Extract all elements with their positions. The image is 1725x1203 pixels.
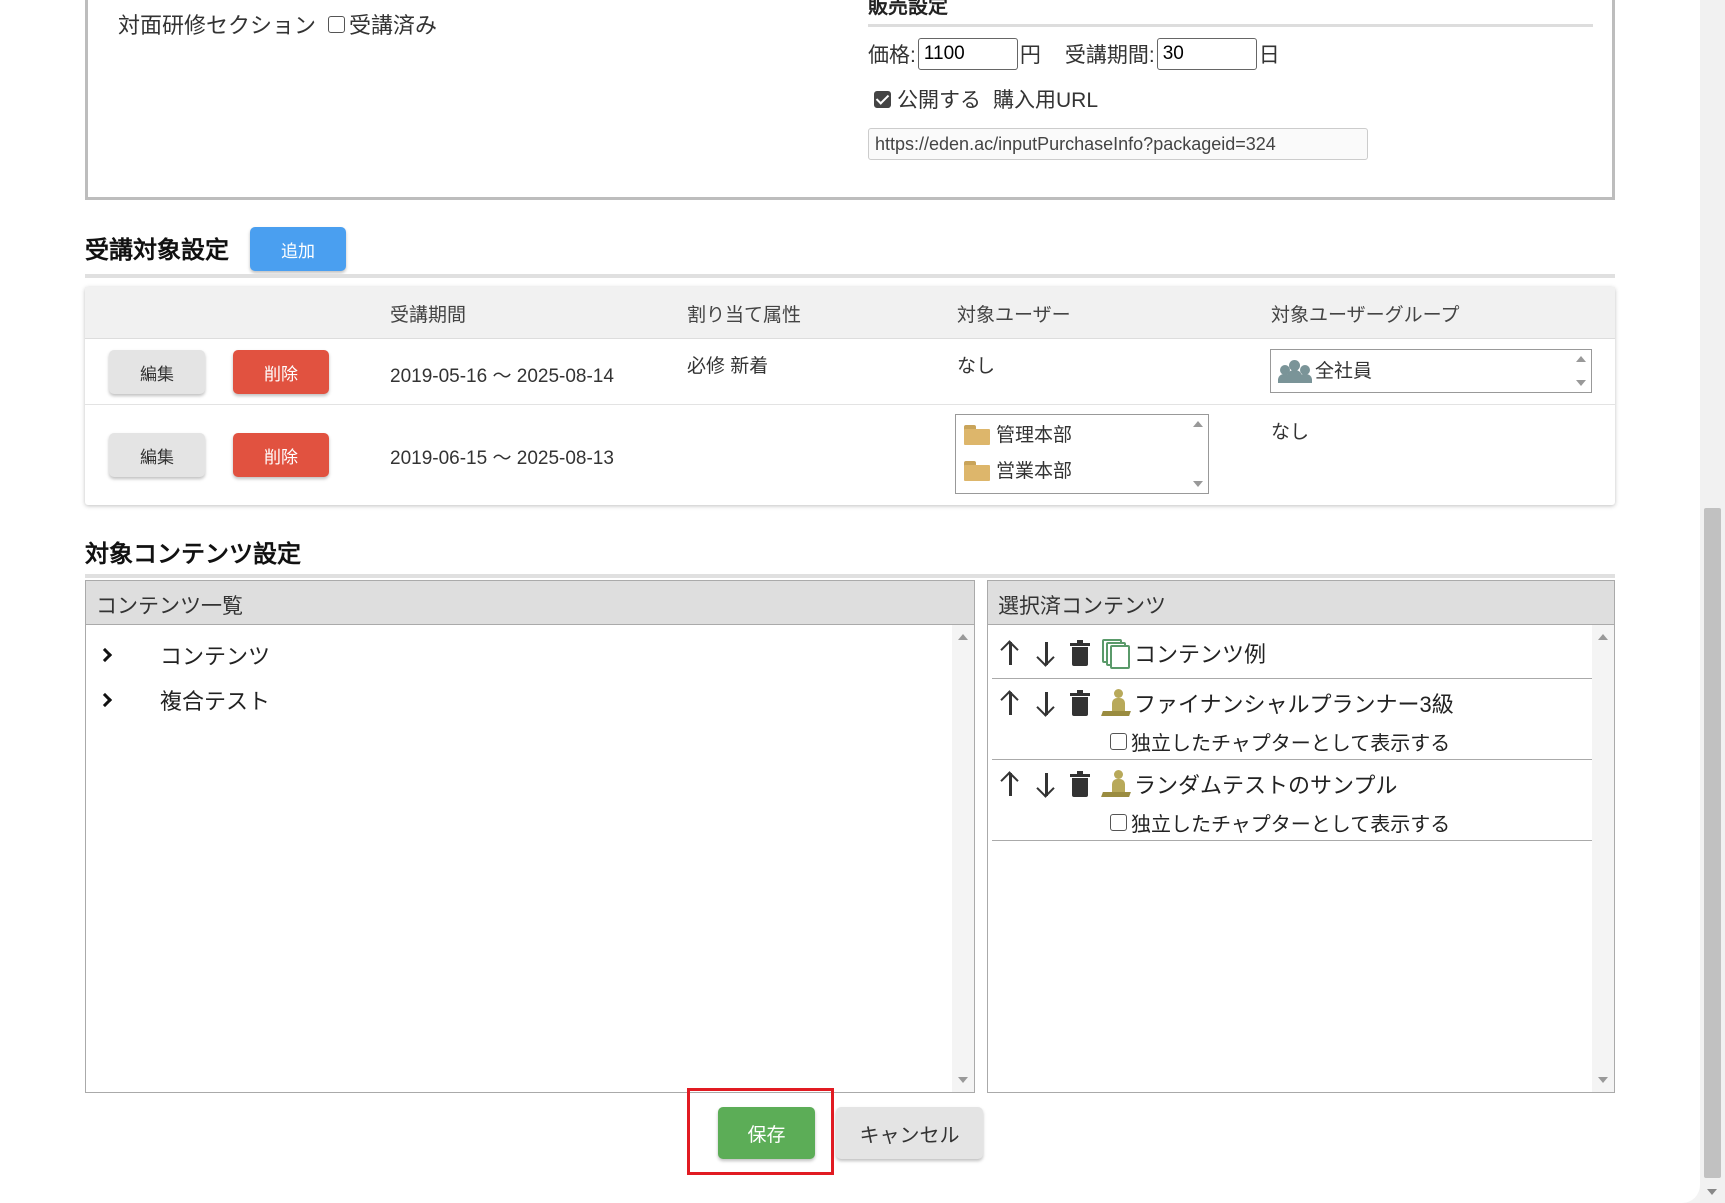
chapter-option: 独立したチャプターとして表示する <box>1110 808 1450 837</box>
purchase-url-field[interactable] <box>868 128 1368 160</box>
folder-icon <box>962 422 992 446</box>
selected-content-label: コンテンツ例 <box>1134 642 1267 667</box>
selected-content-line: ファイナンシャルプランナー3級 <box>998 687 1454 719</box>
content-list-header: コンテンツ一覧 <box>86 581 974 625</box>
user-group-listbox[interactable]: 全社員 <box>1270 349 1592 393</box>
tree-item-label: コンテンツ <box>160 644 271 669</box>
column-header-user-groups: 対象ユーザーグループ <box>1271 305 1460 326</box>
package-settings-panel: 対面研修セクション 受講済み 販売設定 価格: 円 受講期間: 日 公開する 購… <box>85 0 1615 200</box>
arrow-down-icon[interactable] <box>1034 770 1058 798</box>
delete-button[interactable]: 削除 <box>233 433 329 477</box>
list-item[interactable]: 管理本部 <box>962 420 1072 447</box>
period-label: 受講期間: <box>1064 44 1155 67</box>
selected-content-line: コンテンツ例 <box>998 637 1266 669</box>
chapter-option-label: 独立したチャプターとして表示する <box>1131 733 1451 755</box>
chapter-checkbox[interactable] <box>1110 814 1127 831</box>
list-item[interactable]: 全社員 <box>1277 356 1372 383</box>
panel-scrollbar[interactable] <box>952 625 974 1092</box>
publish-label: 公開する <box>897 89 981 112</box>
price-input[interactable] <box>917 38 1018 70</box>
scrollbar-thumb[interactable] <box>1704 508 1721 1178</box>
tree-item-label: 複合テスト <box>160 689 271 714</box>
edit-button[interactable]: 編集 <box>109 350 205 394</box>
publish-checkbox[interactable] <box>874 90 891 108</box>
column-header-attributes: 割り当て属性 <box>687 305 802 326</box>
price-unit: 円 <box>1019 44 1041 67</box>
attributes-cell: 必修 新着 <box>687 356 769 377</box>
face-section: 対面研修セクション 受講済み <box>118 8 437 40</box>
target-users-listbox[interactable]: 管理本部 営業本部 <box>955 414 1209 494</box>
test-icon <box>1100 688 1132 718</box>
target-settings-title: 受講対象設定 <box>85 237 229 264</box>
trash-icon[interactable] <box>1070 690 1090 716</box>
delete-button[interactable]: 削除 <box>233 350 329 394</box>
department-name: 営業本部 <box>996 461 1073 482</box>
selected-content-item: ファイナンシャルプランナー3級 独立したチャプターとして表示する <box>992 679 1592 760</box>
list-item[interactable]: 営業本部 <box>962 456 1072 483</box>
arrow-up-icon[interactable] <box>998 639 1022 667</box>
table-row: 編集 削除 2019-05-16 ～ 2025-08-14 必修 新着 なし 全… <box>85 339 1615 405</box>
selected-content-label: ランダムテストのサンプル <box>1134 773 1398 798</box>
target-table: 受講期間 割り当て属性 対象ユーザー 対象ユーザーグループ 編集 削除 2019… <box>85 287 1615 505</box>
divider <box>85 574 1615 578</box>
face-section-label: 対面研修セクション <box>118 13 317 38</box>
listbox-scrollbar[interactable] <box>1186 415 1208 493</box>
content-list-panel: コンテンツ一覧 コンテンツ 複合テスト <box>85 580 975 1093</box>
contents-icon <box>1100 638 1132 669</box>
page-scrollbar[interactable] <box>1700 0 1725 1203</box>
trash-icon[interactable] <box>1070 771 1090 797</box>
price-label: 価格: <box>868 44 916 67</box>
user-groups-cell: なし <box>1271 422 1310 443</box>
purchase-url-label: 購入用URL <box>993 89 1099 112</box>
divider <box>85 274 1615 278</box>
department-name: 管理本部 <box>996 425 1073 446</box>
period-cell: 2019-06-15 ～ 2025-08-13 <box>390 448 614 469</box>
edit-button[interactable]: 編集 <box>109 433 205 477</box>
test-icon <box>1100 769 1132 799</box>
column-header-period: 受講期間 <box>390 305 467 326</box>
chevron-right-icon[interactable] <box>97 647 113 663</box>
folder-icon <box>962 458 992 482</box>
cancel-button[interactable]: キャンセル <box>836 1107 983 1159</box>
table-row: 編集 削除 2019-06-15 ～ 2025-08-13 管理本部 営業本部 … <box>85 405 1615 505</box>
save-button[interactable]: 保存 <box>718 1107 815 1159</box>
arrow-down-icon[interactable] <box>1034 689 1058 717</box>
chapter-checkbox[interactable] <box>1110 733 1127 750</box>
period-input[interactable] <box>1156 38 1257 70</box>
selected-content-label: ファイナンシャルプランナー3級 <box>1134 692 1454 717</box>
attended-label: 受講済み <box>349 13 438 38</box>
arrow-up-icon[interactable] <box>998 770 1022 798</box>
tree-item-contents[interactable]: コンテンツ <box>97 639 271 671</box>
user-group-name: 全社員 <box>1315 361 1373 382</box>
arrow-down-icon[interactable] <box>1034 639 1058 667</box>
scroll-down-arrow[interactable] <box>1707 1189 1717 1195</box>
panel-scrollbar[interactable] <box>1592 625 1614 1092</box>
selected-content-item: コンテンツ例 <box>992 629 1592 679</box>
selected-content-header: 選択済コンテンツ <box>988 581 1614 625</box>
divider <box>868 24 1593 27</box>
publish-row: 公開する 購入用URL <box>874 84 1098 114</box>
tree-item-compound-test[interactable]: 複合テスト <box>97 684 271 716</box>
listbox-scrollbar[interactable] <box>1569 350 1591 392</box>
trash-icon[interactable] <box>1070 640 1090 666</box>
sales-settings-title: 販売設定 <box>868 0 948 18</box>
chapter-option: 独立したチャプターとして表示する <box>1110 727 1450 756</box>
selected-content-item: ランダムテストのサンプル 独立したチャプターとして表示する <box>992 760 1592 841</box>
table-header: 受講期間 割り当て属性 対象ユーザー 対象ユーザーグループ <box>85 287 1615 339</box>
price-row: 価格: 円 受講期間: 日 <box>868 38 1280 70</box>
attended-checkbox[interactable] <box>328 15 346 33</box>
chevron-right-icon[interactable] <box>97 692 113 708</box>
selected-content-panel: 選択済コンテンツ コンテンツ例 ファイナンシャルプランナー3級 独立したチャプタ… <box>987 580 1615 1093</box>
add-target-button[interactable]: 追加 <box>250 227 346 271</box>
user-group-icon <box>1277 357 1313 383</box>
selected-content-line: ランダムテストのサンプル <box>998 768 1397 800</box>
arrow-up-icon[interactable] <box>998 689 1022 717</box>
period-unit: 日 <box>1258 44 1280 67</box>
content-settings-title: 対象コンテンツ設定 <box>85 541 301 568</box>
page: 対面研修セクション 受講済み 販売設定 価格: 円 受講期間: 日 公開する 購… <box>0 0 1700 1203</box>
period-cell: 2019-05-16 ～ 2025-08-14 <box>390 366 614 387</box>
users-cell: なし <box>957 356 996 377</box>
chapter-option-label: 独立したチャプターとして表示する <box>1131 814 1451 836</box>
column-header-users: 対象ユーザー <box>957 305 1071 326</box>
